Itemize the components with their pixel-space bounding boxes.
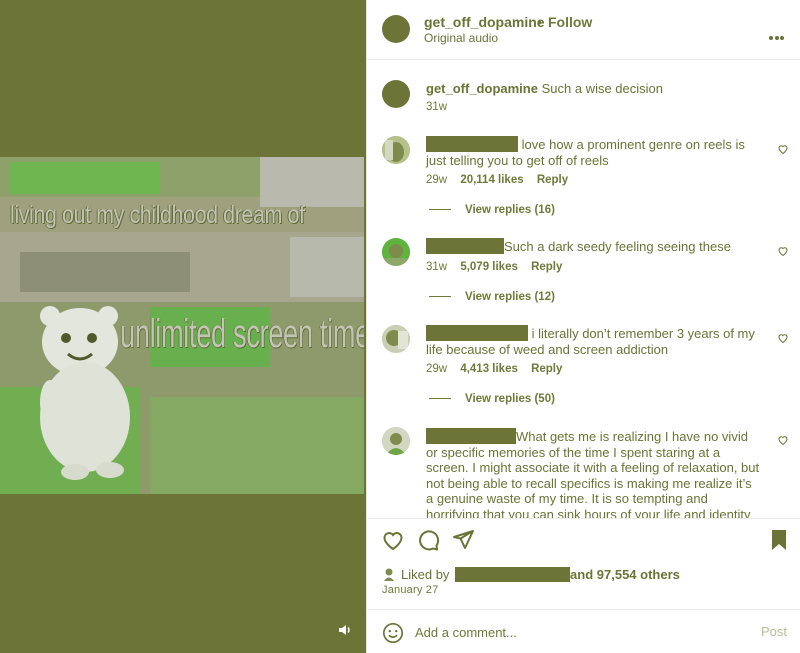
actions-divider bbox=[367, 518, 800, 519]
comment-bubble-icon[interactable] bbox=[416, 528, 440, 552]
caption-time: 31w bbox=[426, 101, 448, 113]
comment-avatar[interactable] bbox=[382, 136, 410, 164]
header-separator: • bbox=[537, 14, 542, 30]
author-username[interactable]: get_off_dopamine bbox=[424, 14, 545, 30]
audio-link[interactable]: Original audio bbox=[424, 31, 498, 45]
share-send-icon[interactable] bbox=[451, 528, 475, 552]
caption-avatar[interactable] bbox=[382, 80, 410, 108]
bookmark-icon[interactable] bbox=[767, 528, 791, 552]
redacted-liker[interactable] bbox=[455, 567, 571, 582]
scene-door bbox=[290, 237, 364, 297]
post-date[interactable]: January 27 bbox=[382, 584, 438, 596]
liked-by-prefix: Liked by bbox=[401, 567, 450, 582]
comment-likes[interactable]: 20,114 likes bbox=[460, 174, 523, 186]
replies-line bbox=[429, 209, 451, 211]
comments-list[interactable]: get_off_dopamine Such a wise decision 31… bbox=[367, 60, 800, 518]
comment-meta: 29w 20,114 likes Reply bbox=[426, 174, 578, 186]
comment-body: Such a dark seedy feeling seeing these bbox=[504, 239, 731, 254]
comment-box: Post bbox=[367, 609, 800, 653]
comment-text: love how a prominent genre on reels is j… bbox=[426, 136, 761, 168]
liked-by-others[interactable]: and 97,554 others bbox=[570, 567, 680, 582]
view-replies-button[interactable]: View replies (16) bbox=[429, 204, 555, 216]
caption-meta: 31w bbox=[426, 101, 457, 113]
view-replies-label: View replies (50) bbox=[465, 393, 555, 405]
video-caption-bottom: unlimited screen time bbox=[120, 312, 364, 356]
like-heart-icon[interactable] bbox=[381, 528, 405, 552]
redacted-username[interactable] bbox=[426, 136, 518, 152]
comment-likes[interactable]: 4,413 likes bbox=[460, 363, 518, 375]
post-button[interactable]: Post bbox=[761, 624, 787, 639]
comment-avatar[interactable] bbox=[382, 427, 410, 455]
scene-table bbox=[20, 252, 190, 292]
volume-icon[interactable] bbox=[337, 622, 353, 638]
comment-meta: 31w 5,079 likes Reply bbox=[426, 261, 572, 273]
view-replies-label: View replies (12) bbox=[465, 291, 555, 303]
scene-light bbox=[260, 157, 364, 207]
comment-likes[interactable]: 5,079 likes bbox=[460, 261, 518, 273]
comment-input[interactable] bbox=[415, 622, 745, 642]
follow-button[interactable]: Follow bbox=[548, 14, 592, 30]
scene-window bbox=[10, 162, 160, 194]
reply-button[interactable]: Reply bbox=[531, 363, 562, 375]
post-panel: get_off_dopamine • Follow Original audio… bbox=[366, 0, 800, 653]
liked-by: Liked by and 97,554 others bbox=[382, 566, 680, 582]
view-replies-button[interactable]: View replies (12) bbox=[429, 291, 555, 303]
video-caption-top: living out my childhood dream of bbox=[10, 201, 305, 229]
emoji-icon[interactable] bbox=[382, 622, 404, 644]
reply-button[interactable]: Reply bbox=[531, 261, 562, 273]
view-replies-label: View replies (16) bbox=[465, 204, 555, 216]
author-avatar[interactable] bbox=[382, 15, 410, 43]
replies-line bbox=[429, 398, 451, 400]
media-pane[interactable]: living out my childhood dream of unlimit… bbox=[0, 0, 366, 653]
comment-text: Such a dark seedy feeling seeing these bbox=[426, 238, 761, 255]
comment-avatar[interactable] bbox=[382, 325, 410, 353]
redacted-username[interactable] bbox=[426, 325, 528, 341]
redacted-username[interactable] bbox=[426, 238, 504, 254]
liker-avatar-icon[interactable] bbox=[382, 566, 398, 582]
like-comment-heart-icon[interactable] bbox=[777, 332, 789, 344]
scene-glitch-3 bbox=[150, 397, 364, 494]
caption-body: Such a wise decision bbox=[541, 81, 663, 96]
comment-time: 29w bbox=[426, 363, 448, 375]
comment-meta: 29w 4,413 likes Reply bbox=[426, 363, 572, 375]
replies-line bbox=[429, 296, 451, 298]
like-comment-heart-icon[interactable] bbox=[777, 434, 789, 446]
comment-avatar[interactable] bbox=[382, 238, 410, 266]
comment-text: i literally don’t remember 3 years of my… bbox=[426, 325, 761, 357]
view-replies-button[interactable]: View replies (50) bbox=[429, 393, 555, 405]
like-comment-heart-icon[interactable] bbox=[777, 245, 789, 257]
redacted-username[interactable] bbox=[426, 428, 516, 444]
comment-time: 29w bbox=[426, 174, 448, 186]
comment-text: What gets me is realizing I have no vivi… bbox=[426, 428, 761, 518]
comment-time: 31w bbox=[426, 261, 448, 273]
like-comment-heart-icon[interactable] bbox=[777, 143, 789, 155]
caption-text: get_off_dopamine Such a wise decision bbox=[426, 81, 761, 97]
reply-button[interactable]: Reply bbox=[537, 174, 568, 186]
caption-username[interactable]: get_off_dopamine bbox=[426, 81, 538, 96]
video-frame[interactable]: living out my childhood dream of unlimit… bbox=[0, 157, 364, 494]
more-options-icon[interactable] bbox=[769, 27, 786, 45]
